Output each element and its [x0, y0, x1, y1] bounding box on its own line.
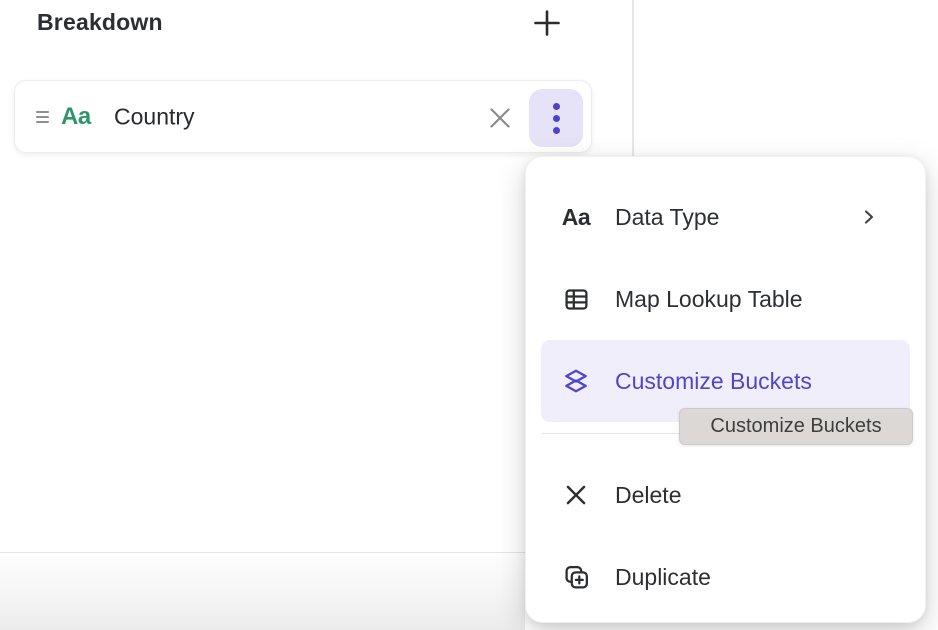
breakdown-panel: Breakdown Aa Country Aa Data Type	[0, 0, 938, 630]
remove-breakdown-button[interactable]	[482, 100, 518, 136]
close-icon	[486, 104, 514, 132]
menu-item-duplicate[interactable]: Duplicate	[541, 536, 910, 618]
lookup-table-icon	[562, 286, 590, 313]
menu-item-data-type[interactable]: Aa Data Type	[541, 176, 910, 258]
menu-item-delete[interactable]: Delete	[541, 454, 910, 536]
tooltip-text: Customize Buckets	[710, 415, 881, 438]
add-breakdown-button[interactable]	[528, 4, 566, 42]
kebab-icon	[553, 103, 560, 134]
breakdown-field-label[interactable]: Country	[114, 103, 195, 130]
lower-panel-surface	[0, 552, 525, 630]
breakdown-card: Aa Country	[14, 80, 592, 153]
buckets-layers-icon	[562, 367, 590, 395]
plus-icon	[532, 8, 562, 38]
drag-handle-icon[interactable]	[34, 107, 51, 127]
chevron-right-icon	[861, 209, 877, 225]
duplicate-icon	[562, 564, 590, 591]
string-type-badge: Aa	[61, 103, 91, 131]
tooltip: Customize Buckets	[679, 408, 913, 445]
context-menu: Aa Data Type Map Lookup Table Customize …	[525, 156, 926, 623]
page-title: Breakdown	[37, 9, 163, 36]
more-options-button[interactable]	[529, 89, 583, 147]
menu-item-map-lookup-table[interactable]: Map Lookup Table	[541, 258, 910, 340]
delete-x-icon	[562, 482, 590, 508]
panel-divider	[632, 0, 634, 157]
data-type-aa-icon: Aa	[562, 204, 590, 231]
